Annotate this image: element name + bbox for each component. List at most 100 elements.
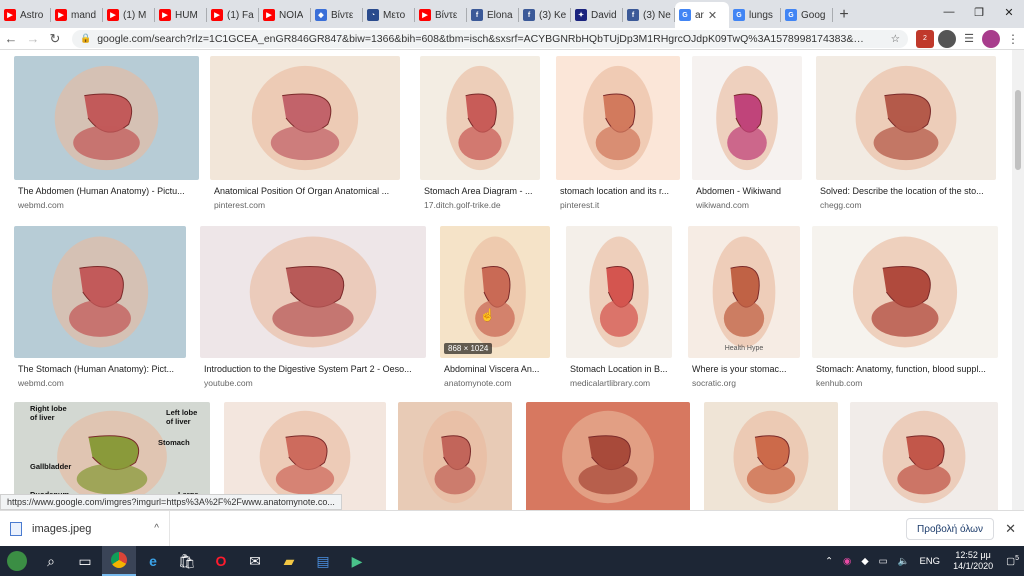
- page-scrollbar[interactable]: [1012, 50, 1024, 510]
- search-icon[interactable]: ⌕: [34, 546, 68, 576]
- result-thumbnail[interactable]: [398, 402, 512, 510]
- result-thumbnail[interactable]: Health Hype: [688, 226, 800, 358]
- chevron-up-icon[interactable]: ⌃: [820, 556, 838, 567]
- extension-icon[interactable]: [938, 29, 956, 48]
- image-result[interactable]: [704, 402, 838, 510]
- notifications-icon[interactable]: ▢5: [1001, 555, 1024, 567]
- image-result[interactable]: The Stomach (Human Anatomy): Pict... webm…: [14, 226, 186, 392]
- result-thumbnail[interactable]: [200, 226, 426, 358]
- result-thumbnail[interactable]: [14, 56, 199, 180]
- tab-10[interactable]: f Elona: [467, 2, 519, 28]
- result-title[interactable]: Stomach: Anatomy, function, blood suppl.…: [816, 364, 1006, 374]
- chrome-taskbar-icon[interactable]: [102, 546, 136, 576]
- minimize-button[interactable]: —: [934, 0, 964, 24]
- store-icon[interactable]: 🛍: [170, 546, 204, 576]
- reload-button[interactable]: ↻: [44, 28, 66, 50]
- result-thumbnail[interactable]: [850, 402, 998, 510]
- result-thumbnail[interactable]: [420, 56, 540, 180]
- image-result[interactable]: Solved: Describe the location of the sto…: [816, 56, 996, 214]
- start-button[interactable]: [0, 546, 34, 576]
- image-result[interactable]: Stomach: Anatomy, function, blood suppl.…: [812, 226, 998, 392]
- result-title[interactable]: Abdomen - Wikiwand: [696, 186, 810, 196]
- image-result[interactable]: Introduction to the Digestive System Par…: [200, 226, 426, 392]
- clock[interactable]: 12:52 μμ 14/1/2020: [945, 550, 1001, 572]
- tab-13[interactable]: f (3) Ne: [623, 2, 675, 28]
- result-title[interactable]: Stomach Area Diagram - ...: [424, 186, 548, 196]
- result-title[interactable]: Solved: Describe the location of the sto…: [820, 186, 1004, 196]
- back-button[interactable]: ←: [0, 28, 22, 50]
- record-icon[interactable]: ◉: [838, 556, 856, 567]
- result-title[interactable]: Introduction to the Digestive System Par…: [204, 364, 434, 374]
- dropbox-icon[interactable]: ◆: [856, 556, 873, 567]
- menu-list-icon[interactable]: ☰: [960, 30, 978, 48]
- edge-icon[interactable]: e: [136, 546, 170, 576]
- tab-11[interactable]: f (3) Ke: [519, 2, 571, 28]
- close-download-shelf-icon[interactable]: ✕: [1005, 521, 1016, 537]
- result-thumbnail[interactable]: [692, 56, 802, 180]
- tab-6[interactable]: ▶ NOIA: [259, 2, 311, 28]
- download-item[interactable]: images.jpeg ^: [0, 510, 170, 547]
- result-thumbnail[interactable]: 868 × 1024: [440, 226, 550, 358]
- result-title[interactable]: stomach location and its r...: [560, 186, 688, 196]
- result-title[interactable]: The Abdomen (Human Anatomy) - Pictu...: [18, 186, 207, 196]
- opera-icon[interactable]: O: [204, 546, 238, 576]
- result-title[interactable]: Stomach Location in B...: [570, 364, 680, 374]
- task-view-icon[interactable]: ▭: [68, 546, 102, 576]
- result-thumbnail[interactable]: [556, 56, 680, 180]
- result-thumbnail[interactable]: [566, 226, 672, 358]
- volume-icon[interactable]: 🔈: [893, 556, 915, 567]
- profile-avatar[interactable]: [982, 29, 1000, 48]
- scrollbar-thumb[interactable]: [1015, 90, 1021, 170]
- image-result[interactable]: Stomach Area Diagram - ... 17.ditch.golf-…: [420, 56, 540, 214]
- file-explorer-icon[interactable]: ▰: [272, 546, 306, 576]
- tab-2[interactable]: ▶ mand: [51, 2, 103, 28]
- address-bar[interactable]: 🔒 google.com/search?rlz=1C1GCEA_enGR846G…: [72, 29, 908, 48]
- tab-9[interactable]: ▶ Βίντε: [415, 2, 467, 28]
- chevron-up-icon[interactable]: ^: [154, 523, 159, 534]
- result-thumbnail[interactable]: [704, 402, 838, 510]
- result-thumbnail[interactable]: [14, 226, 186, 358]
- image-result[interactable]: Anatomical Position Of Organ Anatomical …: [210, 56, 400, 214]
- image-result[interactable]: [526, 402, 690, 510]
- mail-icon[interactable]: ✉: [238, 546, 272, 576]
- result-thumbnail[interactable]: [816, 56, 996, 180]
- image-result[interactable]: [398, 402, 512, 510]
- image-result[interactable]: [850, 402, 998, 510]
- maximize-button[interactable]: ❐: [964, 0, 994, 24]
- language-indicator[interactable]: ENG: [914, 556, 945, 567]
- show-all-downloads-button[interactable]: Προβολή όλων: [906, 518, 994, 540]
- result-thumbnail[interactable]: [210, 56, 400, 180]
- result-title[interactable]: The Stomach (Human Anatomy): Pict...: [18, 364, 194, 374]
- image-result[interactable]: stomach location and its r... pinterest.i…: [556, 56, 680, 214]
- tab-5[interactable]: ▶ (1) Fa: [207, 2, 259, 28]
- tab-14[interactable]: Gar ✕: [675, 2, 729, 28]
- image-result[interactable]: Stomach Location in B... medicalartlibrar…: [566, 226, 672, 392]
- result-title[interactable]: Where is your stomac...: [692, 364, 808, 374]
- image-result[interactable]: Health Hype Where is your stomac... socrat…: [688, 226, 800, 392]
- image-result[interactable]: 868 × 1024 Abdominal Viscera An... anatomy…: [440, 226, 550, 392]
- tab-8[interactable]: ◔ Μετο: [363, 2, 415, 28]
- tab-1[interactable]: ▶ Astro: [0, 2, 51, 28]
- chrome-menu-icon[interactable]: ⋮: [1004, 30, 1022, 48]
- tab-4[interactable]: ▶ HUM: [155, 2, 207, 28]
- word-icon[interactable]: ▤: [306, 546, 340, 576]
- result-title[interactable]: Anatomical Position Of Organ Anatomical …: [214, 186, 408, 196]
- forward-button[interactable]: →: [22, 28, 44, 50]
- image-result[interactable]: Abdomen - Wikiwand wikiwand.com: [692, 56, 802, 214]
- result-thumbnail[interactable]: [526, 402, 690, 510]
- tab-16[interactable]: G Goog: [781, 2, 833, 28]
- tab-15[interactable]: Glungs: [729, 2, 781, 28]
- bookmark-star-icon[interactable]: ☆: [891, 33, 900, 45]
- result-thumbnail[interactable]: [812, 226, 998, 358]
- tab-7[interactable]: ◆ Βίντε: [311, 2, 363, 28]
- close-window-button[interactable]: ✕: [994, 0, 1024, 24]
- new-tab-button[interactable]: +: [833, 2, 855, 28]
- close-tab-icon[interactable]: ✕: [708, 9, 717, 22]
- result-title[interactable]: Abdominal Viscera An...: [444, 364, 558, 374]
- tab-3[interactable]: ▶ (1) M: [103, 2, 155, 28]
- tab-12[interactable]: ✦ David: [571, 2, 623, 28]
- media-app-icon[interactable]: ▶: [340, 546, 374, 576]
- extension-badge-icon[interactable]: 2: [916, 29, 934, 48]
- image-result[interactable]: The Abdomen (Human Anatomy) - Pictu... we…: [14, 56, 199, 214]
- network-icon[interactable]: ▭: [874, 556, 893, 567]
